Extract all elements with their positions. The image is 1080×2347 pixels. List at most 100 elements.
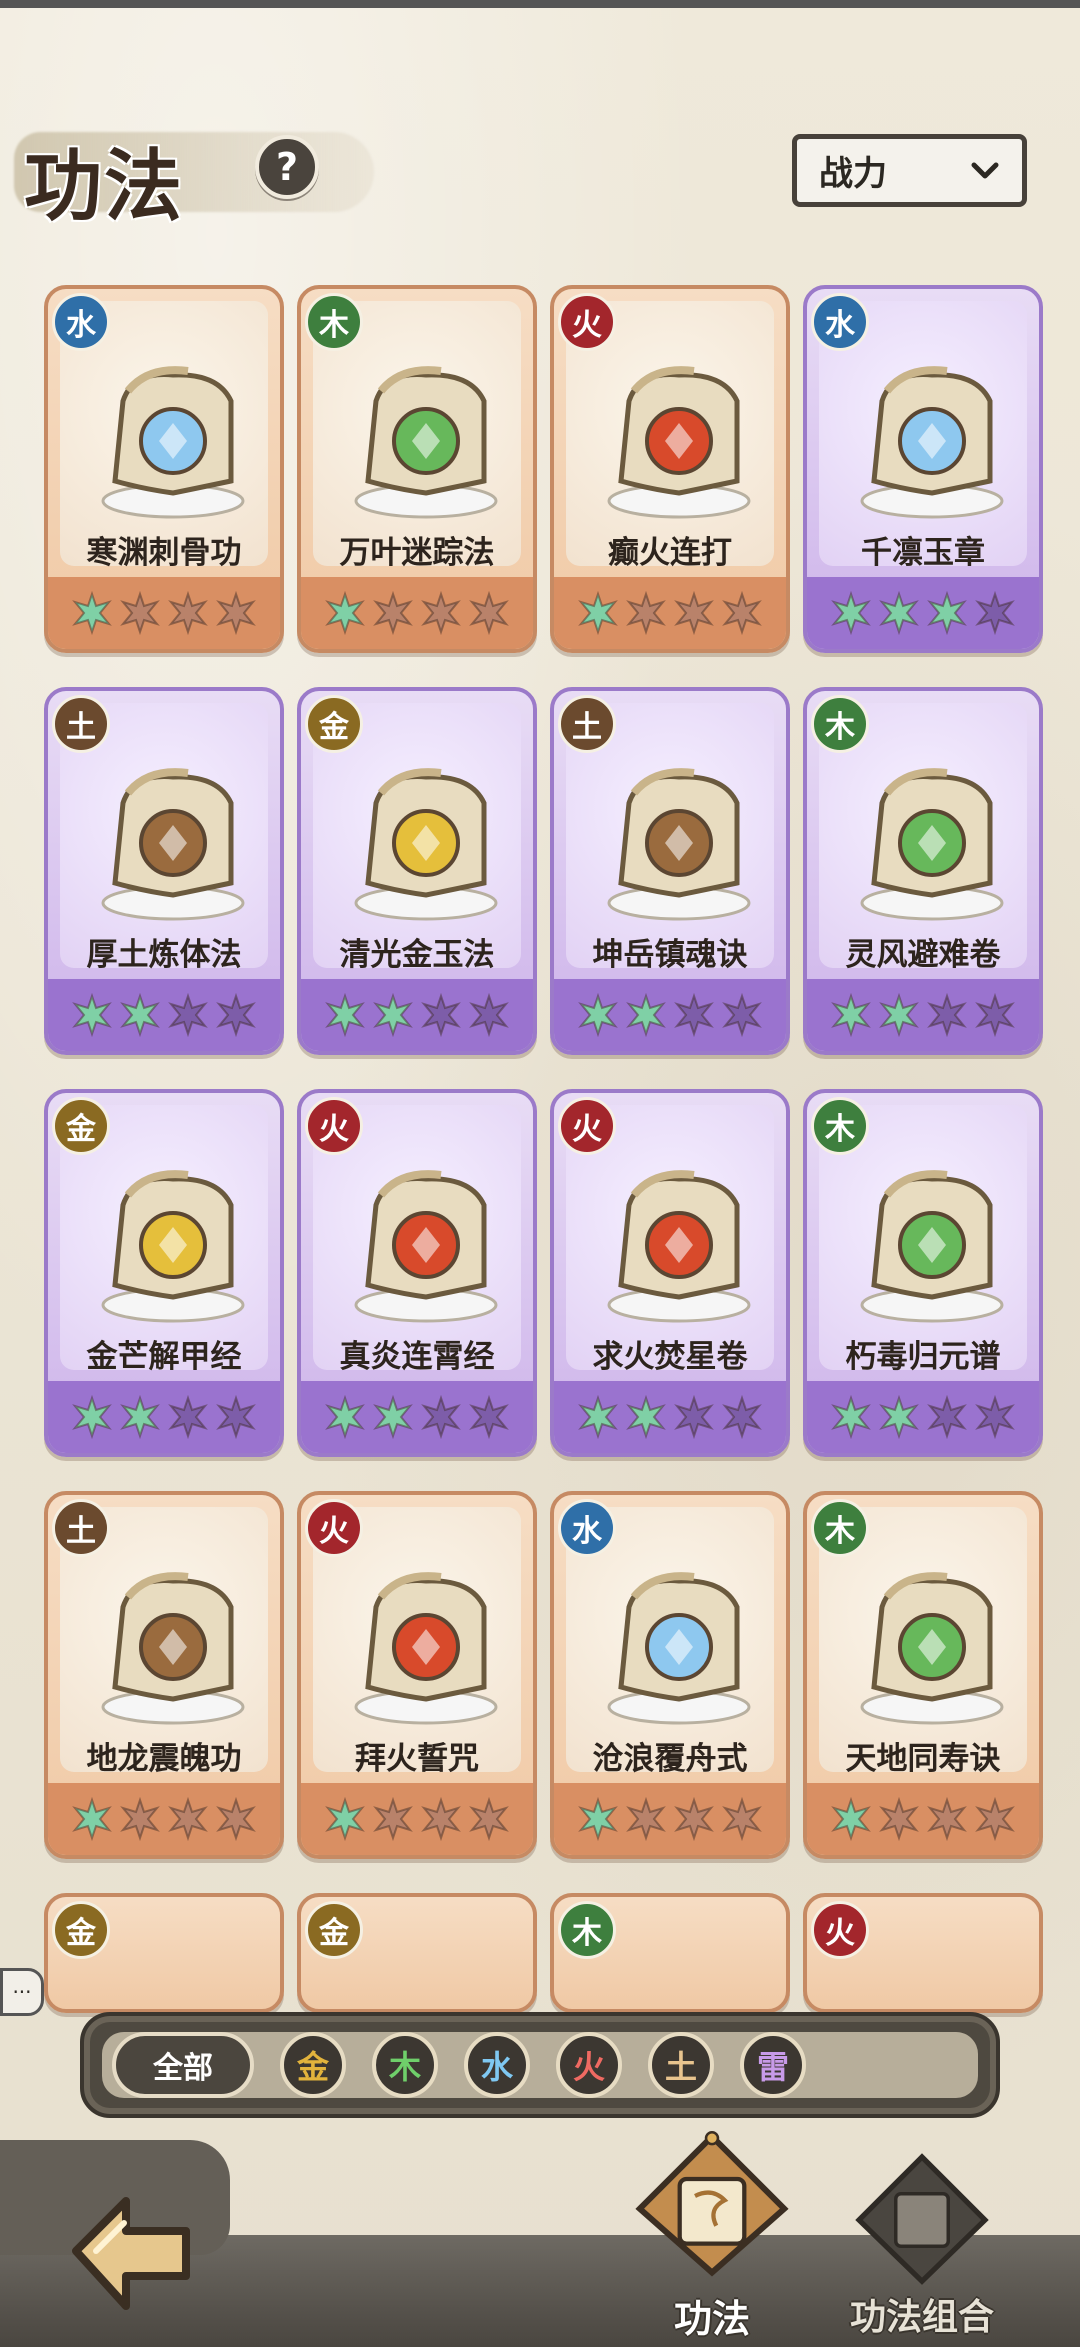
technique-card[interactable]: 火求火焚星卷 (550, 1089, 790, 1457)
technique-name: 千凛玉章 (861, 535, 985, 571)
technique-card[interactable]: 金清光金玉法 (297, 687, 537, 1055)
filter-element-chip[interactable]: 土 (648, 2032, 714, 2098)
technique-card[interactable]: 水千凛玉章 (803, 285, 1043, 653)
star-rating (323, 992, 511, 1038)
technique-card-partial[interactable]: 木 (550, 1893, 790, 2013)
filter-element-chip[interactable]: 雷 (740, 2032, 806, 2098)
technique-card[interactable]: 木万叶迷踪法 (297, 285, 537, 653)
tab-gongfa-label: 功法 (673, 2297, 750, 2341)
technique-name: 求火焚星卷 (592, 1339, 748, 1375)
back-arrow-icon[interactable] (56, 2176, 206, 2326)
technique-card[interactable]: 火拜火誓咒 (297, 1491, 537, 1859)
tab-gongfa[interactable]: 功法 (612, 2128, 812, 2341)
star-lit-icon (118, 992, 162, 1038)
star-dim-icon (672, 590, 716, 636)
technique-name: 寒渊刺骨功 (86, 535, 242, 571)
technique-name: 厚土炼体法 (86, 937, 242, 973)
technique-card[interactable]: 火真炎连霄经 (297, 1089, 537, 1457)
filter-all-button[interactable]: 全部 (112, 2032, 254, 2098)
axe-icon (93, 763, 253, 923)
combo-book-icon (855, 2153, 989, 2285)
technique-card-partial[interactable]: 火 (803, 1893, 1043, 2013)
top-edge (0, 0, 1080, 8)
star-lit-icon (829, 1394, 873, 1440)
star-dim-icon (720, 1394, 764, 1440)
star-lit-icon (323, 992, 367, 1038)
star-lit-icon (624, 992, 668, 1038)
star-dim-icon (624, 590, 668, 636)
filter-element-chip[interactable]: 水 (464, 2032, 530, 2098)
technique-card[interactable]: 土坤岳镇魂诀 (550, 687, 790, 1055)
star-dim-icon (166, 992, 210, 1038)
filter-element-chip[interactable]: 火 (556, 2032, 622, 2098)
star-dim-icon (720, 1796, 764, 1842)
star-lit-icon (70, 992, 114, 1038)
technique-card-partial[interactable]: 金 (297, 1893, 537, 2013)
bottom-nav: 功法 功法组合 (0, 2130, 1080, 2347)
star-rating (323, 590, 511, 636)
element-badge: 土 (52, 1499, 110, 1557)
star-lit-icon (371, 992, 415, 1038)
star-dim-icon (166, 590, 210, 636)
technique-card-partial[interactable]: 金 (44, 1893, 284, 2013)
sort-dropdown[interactable]: 战力 (792, 134, 1027, 207)
star-lit-icon (371, 1394, 415, 1440)
star-lit-icon (925, 590, 969, 636)
technique-card[interactable]: 土地龙震魄功 (44, 1491, 284, 1859)
star-rating (70, 590, 258, 636)
technique-name: 灵风避难卷 (845, 937, 1001, 973)
star-rating (70, 1796, 258, 1842)
help-button[interactable]: ? (255, 135, 319, 199)
technique-card[interactable]: 水沧浪覆舟式 (550, 1491, 790, 1859)
star-dim-icon (214, 590, 258, 636)
star-rating (829, 1394, 1017, 1440)
technique-card[interactable]: 水寒渊刺骨功 (44, 285, 284, 653)
chat-icon[interactable]: ··· (0, 1968, 44, 2016)
element-filter-inner: 全部 金木水火土雷 (102, 2032, 978, 2098)
element-badge: 金 (52, 1901, 110, 1959)
star-dim-icon (672, 1796, 716, 1842)
star-rating (323, 1796, 511, 1842)
technique-card[interactable]: 木灵风避难卷 (803, 687, 1043, 1055)
star-lit-icon (829, 992, 873, 1038)
star-rating (576, 590, 764, 636)
star-dim-icon (624, 1796, 668, 1842)
tab-combo[interactable]: 功法组合 (842, 2150, 1002, 2340)
fire-orb-icon (599, 361, 759, 521)
green-leaves-icon (346, 361, 506, 521)
gold-sword-icon (93, 1165, 253, 1325)
star-lit-icon (877, 1394, 921, 1440)
ice-shard-icon (852, 361, 1012, 521)
star-rating (829, 992, 1017, 1038)
star-lit-icon (323, 1796, 367, 1842)
technique-card[interactable]: 土厚土炼体法 (44, 687, 284, 1055)
star-dim-icon (925, 1796, 969, 1842)
technique-name: 拜火誓咒 (355, 1741, 479, 1777)
fire-armor-icon (346, 1567, 506, 1727)
technique-card[interactable]: 金金芒解甲经 (44, 1089, 284, 1457)
star-rating (70, 1394, 258, 1440)
technique-name: 沧浪覆舟式 (592, 1741, 748, 1777)
technique-card[interactable]: 木朽毒归元谱 (803, 1089, 1043, 1457)
star-lit-icon (829, 590, 873, 636)
star-lit-icon (576, 590, 620, 636)
star-dim-icon (672, 992, 716, 1038)
star-dim-icon (419, 590, 463, 636)
filter-element-chip[interactable]: 金 (280, 2032, 346, 2098)
technique-name: 金芒解甲经 (86, 1339, 242, 1375)
technique-card[interactable]: 火癫火连打 (550, 285, 790, 653)
star-dim-icon (118, 590, 162, 636)
technique-card[interactable]: 木天地同寿诀 (803, 1491, 1043, 1859)
star-lit-icon (877, 992, 921, 1038)
page-title: 功法 (24, 141, 185, 232)
star-lit-icon (323, 1394, 367, 1440)
tab-combo-label: 功法组合 (849, 2297, 994, 2338)
star-lit-icon (70, 590, 114, 636)
star-lit-icon (70, 1796, 114, 1842)
star-dim-icon (467, 992, 511, 1038)
filter-element-chip[interactable]: 木 (372, 2032, 438, 2098)
flame-icon (346, 1165, 506, 1325)
star-lit-icon (576, 992, 620, 1038)
element-badge: 金 (305, 695, 363, 753)
star-lit-icon (70, 1394, 114, 1440)
